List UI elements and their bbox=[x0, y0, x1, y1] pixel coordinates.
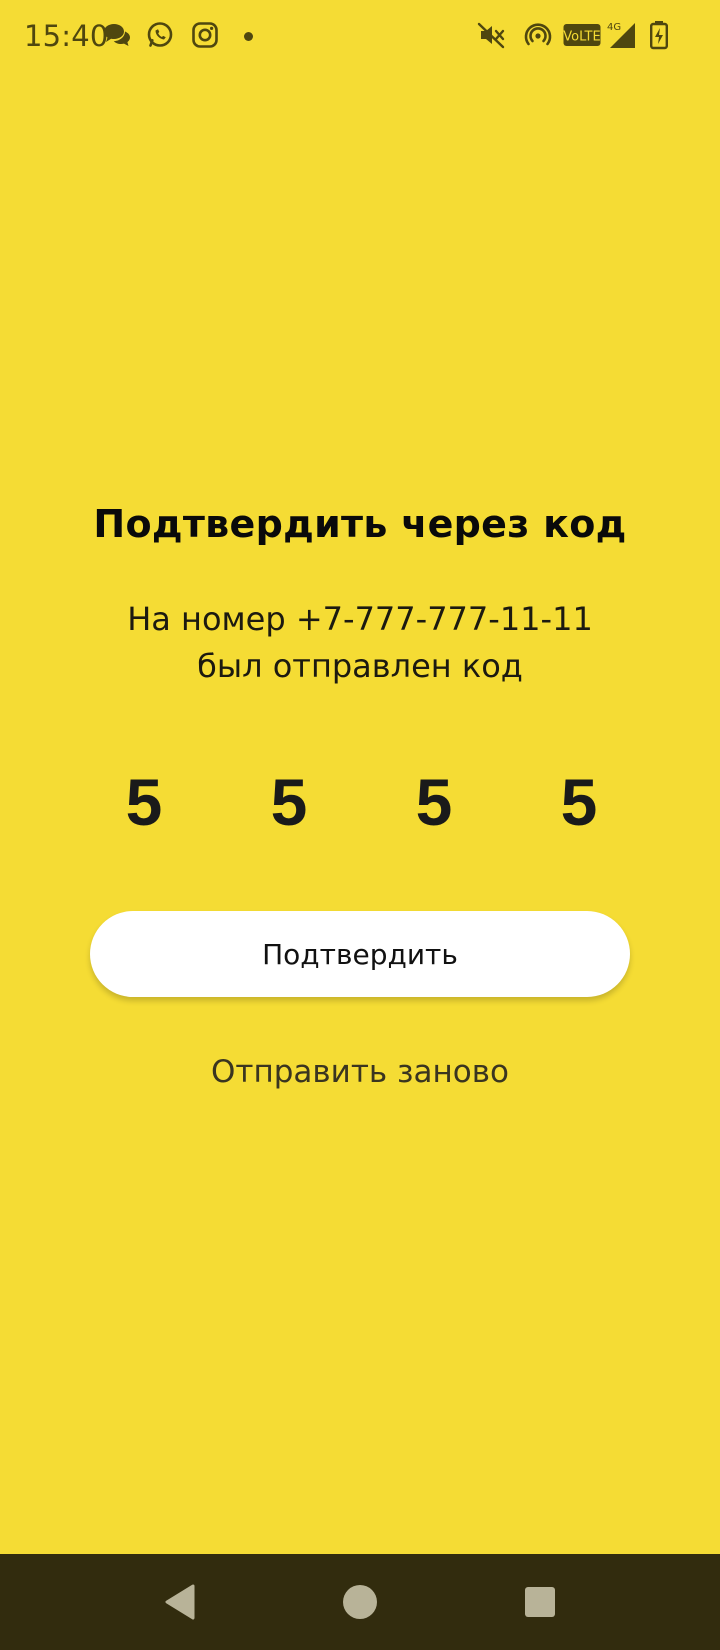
home-icon[interactable] bbox=[336, 1578, 384, 1626]
instagram-icon bbox=[188, 18, 222, 52]
code-digit-1[interactable]: 5 bbox=[104, 762, 184, 842]
chat-bubbles-icon bbox=[100, 18, 134, 52]
subtitle-line-1: На номер +7-777-777-11-11 bbox=[127, 600, 593, 638]
svg-text:VoLTE: VoLTE bbox=[563, 30, 600, 45]
code-digit-2[interactable]: 5 bbox=[249, 762, 329, 842]
battery-charging-icon bbox=[645, 18, 673, 52]
code-digit-4[interactable]: 5 bbox=[539, 762, 619, 842]
code-digit-3[interactable]: 5 bbox=[394, 762, 474, 842]
notification-dot bbox=[244, 32, 253, 41]
page-title: Подтвердить через код bbox=[93, 502, 627, 546]
confirm-button[interactable]: Подтвердить bbox=[90, 911, 630, 997]
hotspot-icon bbox=[521, 18, 555, 52]
code-input-row: 5 5 5 5 bbox=[0, 762, 720, 842]
recents-icon[interactable] bbox=[516, 1578, 564, 1626]
navigation-bar bbox=[0, 1554, 720, 1650]
mute-icon bbox=[474, 18, 508, 52]
resend-code-link[interactable]: Отправить заново bbox=[0, 1051, 720, 1093]
status-bar: 15:40 VoLTE 4G bbox=[0, 0, 720, 74]
volte-icon: VoLTE bbox=[562, 18, 602, 52]
svg-text:4G: 4G bbox=[607, 22, 621, 33]
status-time: 15:40 bbox=[24, 19, 109, 53]
phone-info-text: На номер +7-777-777-11-11 был отправлен … bbox=[0, 596, 720, 690]
signal-4g-icon: 4G bbox=[606, 18, 638, 52]
whatsapp-icon bbox=[143, 18, 177, 52]
back-icon[interactable] bbox=[156, 1578, 204, 1626]
subtitle-line-2: был отправлен код bbox=[197, 647, 523, 685]
